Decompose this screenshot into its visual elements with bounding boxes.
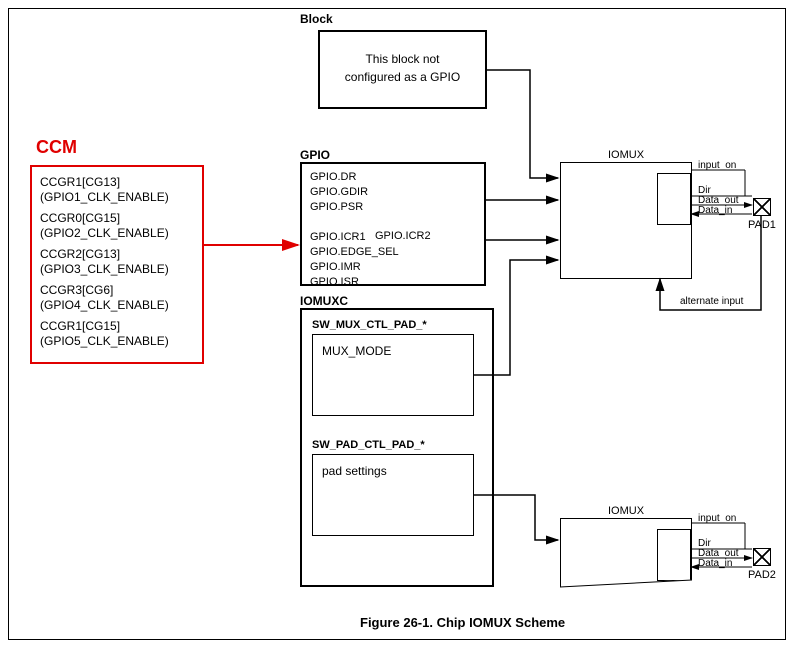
gpio-reg-6: GPIO.IMR [310, 260, 399, 275]
ccm-desc-4: (GPIO5_CLK_ENABLE) [40, 334, 169, 348]
gpio-icr2: GPIO.ICR2 [375, 230, 431, 242]
ccm-entries: CCGR1[CG13](GPIO1_CLK_ENABLE) CCGR0[CG15… [40, 175, 200, 355]
iomux1-title: IOMUX [608, 148, 644, 162]
pad1-icon [753, 198, 771, 216]
swmux-title: SW_MUX_CTL_PAD_* [312, 318, 427, 332]
gpio-title: GPIO [300, 148, 330, 162]
ccm-desc-1: (GPIO2_CLK_ENABLE) [40, 226, 169, 240]
pad1-label: PAD1 [748, 218, 776, 232]
gpio-reg-0: GPIO.DR [310, 170, 399, 185]
iomux2-title: IOMUX [608, 504, 644, 518]
iomux1-sig-inputon: input_on [698, 160, 736, 171]
figure-caption: Figure 26-1. Chip IOMUX Scheme [360, 616, 565, 630]
iomux1-alt-input: alternate input [680, 296, 743, 307]
block-text-1: This block not [320, 52, 485, 66]
iomux1-buf-group [657, 173, 691, 225]
block-text-2: configured as a GPIO [320, 70, 485, 84]
block-title: Block [300, 12, 333, 26]
gpio-reg-7: GPIO.ISR [310, 275, 399, 290]
gpio-reg-3 [310, 215, 399, 230]
iomux2-sig-inputon: input_on [698, 513, 736, 524]
pad2-icon [753, 548, 771, 566]
iomux2-sig-datain: Data_in [698, 558, 732, 569]
ccm-desc-0: (GPIO1_CLK_ENABLE) [40, 190, 169, 204]
ccm-title: CCM [36, 140, 77, 154]
iomuxc-title: IOMUXC [300, 294, 348, 308]
pad2-label: PAD2 [748, 568, 776, 582]
swpad-text: pad settings [322, 464, 387, 478]
ccm-reg-4: CCGR1[CG15] [40, 319, 120, 333]
gpio-reg-2: GPIO.PSR [310, 200, 399, 215]
swmux-text: MUX_MODE [322, 344, 391, 358]
block-box: This block not configured as a GPIO [318, 30, 487, 109]
iomux2-buf-group [657, 529, 691, 581]
iomux1-box [560, 162, 692, 279]
ccm-reg-2: CCGR2[CG13] [40, 247, 120, 261]
ccm-reg-0: CCGR1[CG13] [40, 175, 120, 189]
ccm-reg-1: CCGR0[CG15] [40, 211, 120, 225]
gpio-reg-1: GPIO.GDIR [310, 185, 399, 200]
ccm-reg-3: CCGR3[CG6] [40, 283, 113, 297]
gpio-reg-5: GPIO.EDGE_SEL [310, 245, 399, 260]
iomux1-sig-datain: Data_in [698, 205, 732, 216]
ccm-desc-3: (GPIO4_CLK_ENABLE) [40, 298, 169, 312]
iomux2-box [560, 518, 692, 590]
swpad-title: SW_PAD_CTL_PAD_* [312, 438, 425, 452]
ccm-desc-2: (GPIO3_CLK_ENABLE) [40, 262, 169, 276]
